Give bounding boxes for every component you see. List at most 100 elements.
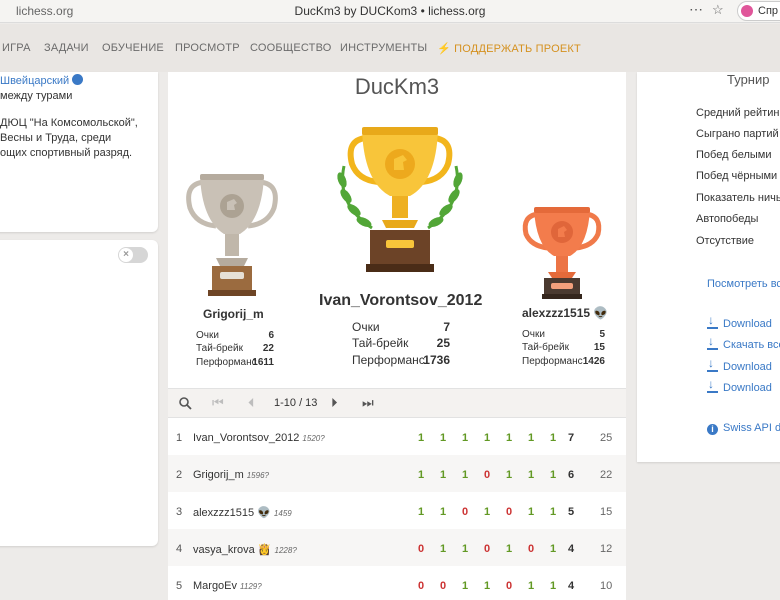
rank: 1 — [176, 432, 183, 444]
podium-third-name[interactable]: alexzzz1515 👽 — [522, 306, 608, 320]
player-name: vasya_krova — [193, 544, 255, 556]
download-link[interactable]: Download — [707, 377, 772, 394]
round-score[interactable]: 0 — [437, 580, 449, 592]
round-score[interactable]: 1 — [503, 543, 515, 555]
view-all-link[interactable]: Посмотреть все — [707, 278, 780, 290]
round-score[interactable]: 1 — [525, 469, 537, 481]
more-options-icon[interactable]: ⋯ — [689, 1, 703, 18]
player[interactable]: MargoEv 1129? — [193, 580, 262, 592]
podium-second-name[interactable]: Grigorij_m — [203, 307, 264, 321]
table-row[interactable]: 5 MargoEv 1129? 0 0 1 1 0 1 1 4 10 — [168, 566, 626, 600]
player-rating: 1459 — [273, 509, 292, 518]
round-score[interactable]: 1 — [481, 580, 493, 592]
round-score[interactable]: 1 — [525, 432, 537, 444]
player[interactable]: Grigorij_m 1596? — [193, 469, 269, 481]
round-score[interactable]: 1 — [459, 432, 471, 444]
nav-item-learn[interactable]: ОБУЧЕНИЕ — [102, 42, 164, 54]
nav-item-donate[interactable]: ⚡ ПОДДЕРЖАТЬ ПРОЕКТ — [437, 42, 581, 55]
round-score[interactable]: 1 — [415, 432, 427, 444]
download-link[interactable]: Download — [707, 313, 772, 330]
round-score[interactable]: 1 — [481, 432, 493, 444]
round-score[interactable]: 1 — [459, 580, 471, 592]
tournament-main: DucKm3 Grigorij_m Очки 6 Тай-брейк 22 Пе… — [168, 72, 626, 600]
profile-avatar-icon — [741, 5, 753, 17]
round-score[interactable]: 1 — [415, 506, 427, 518]
tiebreak: 25 — [600, 432, 613, 444]
round-score[interactable]: 1 — [547, 543, 559, 555]
round-score[interactable]: 1 — [503, 432, 515, 444]
round-score[interactable]: 1 — [503, 469, 515, 481]
round-score[interactable]: 1 — [547, 506, 559, 518]
browser-bar: lichess.org DucKm3 by DUCKom3 • lichess.… — [0, 0, 780, 23]
player[interactable]: vasya_krova 👸 1228? — [193, 543, 297, 556]
player-rating: 1228? — [274, 546, 297, 555]
profile-label: Спр — [758, 5, 779, 17]
round-score[interactable]: 1 — [415, 469, 427, 481]
round-score[interactable]: 1 — [437, 432, 449, 444]
round-score[interactable]: 1 — [459, 543, 471, 555]
profile-button[interactable]: Спр — [737, 1, 780, 21]
tiebreak: 10 — [600, 580, 613, 592]
round-score[interactable]: 1 — [525, 580, 537, 592]
table-row[interactable]: 3 alexzzz1515 👽 1459 1 1 0 1 0 1 1 5 15 — [168, 492, 626, 529]
round-score[interactable]: 0 — [503, 506, 515, 518]
round-score[interactable]: 0 — [481, 543, 493, 555]
podium-third-perf: 1426 — [582, 356, 605, 367]
player[interactable]: alexzzz1515 👽 1459 — [193, 506, 292, 519]
round-score[interactable]: 1 — [547, 432, 559, 444]
rank: 3 — [176, 506, 183, 518]
podium-third-name-text: alexzzz1515 — [522, 306, 591, 320]
last-page-icon[interactable]: ⏭ — [362, 395, 374, 411]
player[interactable]: Ivan_Vorontsov_2012 1520? — [193, 432, 325, 444]
round-score[interactable]: 0 — [525, 543, 537, 555]
download-all-link[interactable]: Скачать все — [707, 334, 780, 351]
gear-icon[interactable] — [72, 74, 84, 85]
nav-item-play[interactable]: ИГРА — [2, 42, 31, 54]
nav-item-puzzles[interactable]: ЗАДАЧИ — [44, 42, 89, 54]
round-score[interactable]: 0 — [415, 543, 427, 555]
system-link[interactable]: Швейцарский — [0, 75, 69, 87]
player-rating: 1520? — [302, 434, 325, 443]
next-page-icon[interactable]: ⏵ — [331, 395, 338, 411]
round-score[interactable]: 1 — [525, 506, 537, 518]
podium-first-name[interactable]: Ivan_Vorontsov_2012 — [319, 292, 482, 310]
total-points: 7 — [568, 432, 575, 444]
round-score[interactable]: 1 — [547, 580, 559, 592]
chat-panel: × — [0, 240, 158, 546]
round-score[interactable]: 0 — [503, 580, 515, 592]
round-score[interactable]: 1 — [437, 506, 449, 518]
first-page-icon[interactable]: ⏮ — [212, 395, 224, 411]
nav-item-watch[interactable]: ПРОСМОТР — [175, 42, 240, 54]
round-score[interactable]: 0 — [415, 580, 427, 592]
info-icon: i — [707, 424, 718, 435]
round-score[interactable]: 0 — [481, 469, 493, 481]
rank: 5 — [176, 580, 183, 592]
round-score[interactable]: 1 — [459, 469, 471, 481]
podium-second-perf: 1611 — [252, 357, 274, 368]
bookmark-icon[interactable]: ☆ — [712, 2, 724, 18]
nav-item-community[interactable]: СООБЩЕСТВО — [250, 42, 332, 54]
total-points: 6 — [568, 469, 575, 481]
round-score[interactable]: 1 — [437, 469, 449, 481]
round-score[interactable]: 1 — [481, 506, 493, 518]
player-badge-icon: 👸 — [257, 544, 272, 556]
total-points: 4 — [568, 580, 575, 592]
round-score[interactable]: 0 — [459, 506, 471, 518]
chat-toggle[interactable]: × — [118, 247, 148, 263]
nav-item-tools[interactable]: ИНСТРУМЕНТЫ — [340, 42, 427, 54]
total-points: 4 — [568, 543, 575, 555]
table-row[interactable]: 2 Grigorij_m 1596? 1 1 1 0 1 1 1 6 22 — [168, 455, 626, 492]
api-doc-label: Swiss API do — [723, 422, 780, 434]
api-doc-link[interactable]: i Swiss API do — [707, 422, 780, 435]
round-score[interactable]: 1 — [437, 543, 449, 555]
browser-title: DucKm3 by DUCKom3 • lichess.org — [294, 4, 486, 18]
round-score[interactable]: 1 — [547, 469, 559, 481]
download-link[interactable]: Download — [707, 356, 772, 373]
prev-page-icon[interactable]: ⏴ — [248, 395, 255, 411]
podium-first-tiebreak: 25 — [436, 336, 450, 350]
search-icon[interactable] — [179, 397, 192, 410]
podium-first-points: 7 — [443, 320, 450, 334]
table-row[interactable]: 1 Ivan_Vorontsov_2012 1520? 1 1 1 1 1 1 1… — [168, 418, 626, 455]
stat-label: Средний рейтинг — [696, 107, 780, 119]
table-row[interactable]: 4 vasya_krova 👸 1228? 0 1 1 0 1 0 1 4 12 — [168, 529, 626, 566]
